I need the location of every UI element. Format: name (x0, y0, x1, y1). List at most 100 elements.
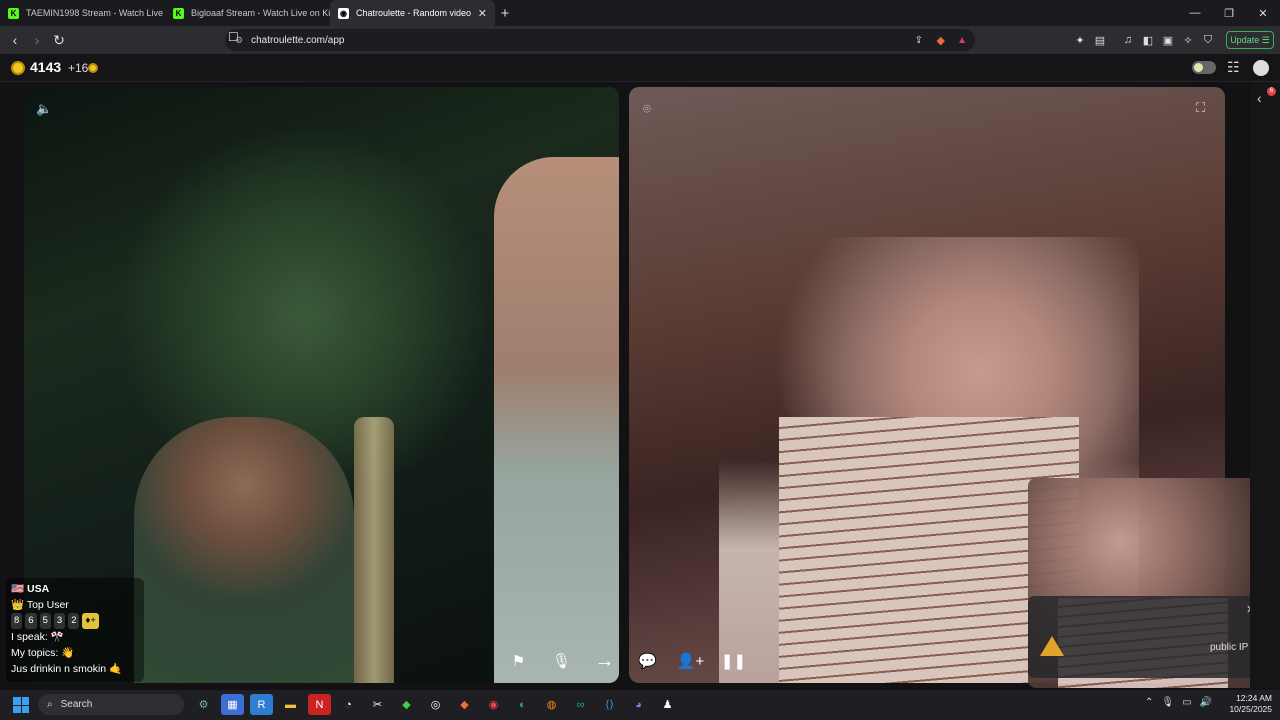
speaks-value: 🎌 (50, 631, 64, 643)
url-text: chatroulette.com/app (251, 34, 345, 46)
partner-rank: 👑 Top User (11, 597, 139, 613)
restore-button[interactable]: ❐ (1212, 0, 1246, 26)
kick-icon: K (8, 7, 19, 19)
store-icon[interactable]: ▦ (221, 694, 244, 715)
close-window-button[interactable]: ✕ (1246, 0, 1280, 26)
tab-bigloaaf[interactable]: K Bigloaaf Stream - Watch Live on Kick (165, 0, 330, 26)
network-icon[interactable]: ▭ (1182, 697, 1191, 708)
edge-icon[interactable]: ◐ (511, 694, 534, 715)
capcut-icon[interactable]: ✂ (366, 694, 389, 715)
right-sidebar: ‹ (1250, 82, 1280, 690)
vpn-icon[interactable]: ⛉ (1198, 34, 1218, 47)
reload-button[interactable]: ↻ (48, 29, 70, 51)
add-friend-icon[interactable]: 👤+ (676, 652, 706, 670)
taskbar-search[interactable]: ⌕ Search (38, 694, 184, 715)
partner-topics: My topics: 👋 (11, 645, 139, 661)
fullscreen-icon[interactable]: ⛶ (1196, 100, 1205, 116)
badge-row: 8 6 5 3 2 ♦+ (11, 613, 139, 629)
widgets-icon[interactable]: ⚙ (192, 694, 215, 715)
partner-person (134, 417, 354, 683)
next-arrow-icon[interactable]: → (590, 650, 620, 673)
tab-chatroulette[interactable]: ◉ Chatroulette - Random video ✕ (330, 0, 495, 26)
music-icon[interactable]: ♫ (1118, 34, 1138, 46)
crown-icon: 👑 (11, 599, 25, 611)
clock-date: 10/25/2025 (1229, 704, 1272, 714)
chrome-icon[interactable]: ◉ (482, 694, 505, 715)
country-label: USA (27, 583, 50, 595)
brave-icon[interactable]: ◆ (453, 694, 476, 715)
tab-title: Chatroulette - Random video (356, 8, 472, 18)
brave-shields-icon[interactable]: ◆ (937, 34, 945, 47)
collapse-chevron-icon[interactable]: ‹ (1257, 90, 1262, 106)
reader-icon[interactable]: ▤ (1090, 34, 1110, 47)
ip-notice (1028, 596, 1268, 678)
chat-icon[interactable]: 💬 (633, 652, 663, 670)
wallet-icon[interactable]: ▣ (1158, 34, 1178, 47)
bookmark-icon[interactable]: ☐ (228, 30, 239, 44)
clock-app-icon[interactable]: ◔ (337, 694, 360, 715)
discord-icon[interactable]: ◕ (627, 694, 650, 715)
search-icon: ⌕ (47, 699, 53, 710)
close-tab-icon[interactable]: ✕ (478, 7, 487, 20)
share-icon[interactable]: ⇪ (915, 35, 923, 46)
coin-small-icon (88, 63, 98, 73)
maps-icon[interactable]: ◆ (395, 694, 418, 715)
premium-badge-icon: ♦+ (82, 613, 99, 629)
leo-icon[interactable]: ✧ (1178, 34, 1198, 47)
tab-title: Bigloaaf Stream - Watch Live on Kick (191, 8, 330, 18)
forward-button[interactable]: › (26, 29, 48, 51)
tray-chevron-icon[interactable]: ⌃ (1145, 697, 1153, 708)
vscode-icon[interactable]: ⟨⟩ (598, 694, 621, 715)
taskbar-clock[interactable]: 12:24 AM 10/25/2025 (1222, 693, 1272, 715)
badge-3: 5 (39, 613, 51, 629)
microphone-icon[interactable]: 🎙 (547, 652, 577, 670)
partner-arm (494, 157, 619, 683)
volume-tray-icon[interactable]: 🔊 (1200, 697, 1212, 708)
clock-time: 12:24 AM (1236, 693, 1272, 703)
back-button[interactable]: ‹ (4, 29, 26, 51)
windows-start-icon[interactable] (13, 697, 29, 713)
pause-icon[interactable]: ❚❚ (719, 652, 749, 670)
steam-icon[interactable]: ♟ (656, 694, 679, 715)
report-flag-icon[interactable]: ⚑ (504, 652, 534, 670)
system-tray: ⌃ 🎙 ▭ 🔊 (1145, 697, 1212, 708)
search-placeholder: Search (60, 699, 93, 710)
coin-bonus: +16 (68, 61, 89, 75)
extensions-icon[interactable]: ✦ (1070, 34, 1090, 47)
netflix-icon[interactable]: N (308, 694, 331, 715)
arduino-icon[interactable]: ∞ (569, 694, 592, 715)
minimize-button[interactable]: — (1178, 0, 1212, 26)
tab-taemin[interactable]: K TAEMIN1998 Stream - Watch Live on (0, 0, 165, 26)
sidebar-icon[interactable]: ◧ (1138, 34, 1158, 47)
new-tab-button[interactable]: + (495, 0, 515, 26)
update-label: Update (1230, 35, 1260, 45)
filters-icon[interactable]: ☷ (1227, 59, 1240, 76)
call-controls: ⚑ 🎙 → 💬 👤+ ❚❚ (497, 641, 755, 681)
rank-label: Top User (26, 599, 69, 611)
theme-toggle[interactable] (1192, 61, 1216, 74)
app-header (0, 54, 1280, 82)
partner-country: 🇺🇸 USA (11, 581, 139, 597)
coin-balance: 4143 (30, 59, 62, 75)
github-icon[interactable]: ◎ (424, 694, 447, 715)
mic-tray-icon[interactable]: 🎙 (1161, 697, 1174, 708)
speaks-label: I speak: (11, 631, 48, 643)
ip-notice-text: public IP (1210, 642, 1249, 653)
badge-5: 2 (68, 613, 80, 629)
notification-badge: 6 (1267, 87, 1276, 96)
file-explorer-icon[interactable]: ▬ (279, 694, 302, 715)
tab-bar: K TAEMIN1998 Stream - Watch Live on K Bi… (0, 0, 1280, 26)
brave-rewards-icon[interactable]: ▲ (957, 35, 967, 46)
volume-icon[interactable]: 🔈 (36, 101, 52, 117)
chatroulette-icon: ◉ (338, 7, 349, 19)
update-button[interactable]: Update ☰ (1226, 31, 1274, 49)
app-icon[interactable]: R (250, 694, 273, 715)
partner-speaks: I speak: 🎌 (11, 629, 139, 645)
firefox-icon[interactable]: ◍ (540, 694, 563, 715)
camera-switch-icon[interactable]: ⌾ (643, 101, 651, 117)
topics-value: 👋 (61, 647, 75, 659)
profile-icon[interactable] (1253, 60, 1269, 76)
tab-title: TAEMIN1998 Stream - Watch Live on (26, 8, 165, 18)
url-bar[interactable]: ⚙ chatroulette.com/app ⇪ ◆ ▲ (225, 29, 975, 51)
flag-icon: 🇺🇸 (11, 583, 25, 595)
